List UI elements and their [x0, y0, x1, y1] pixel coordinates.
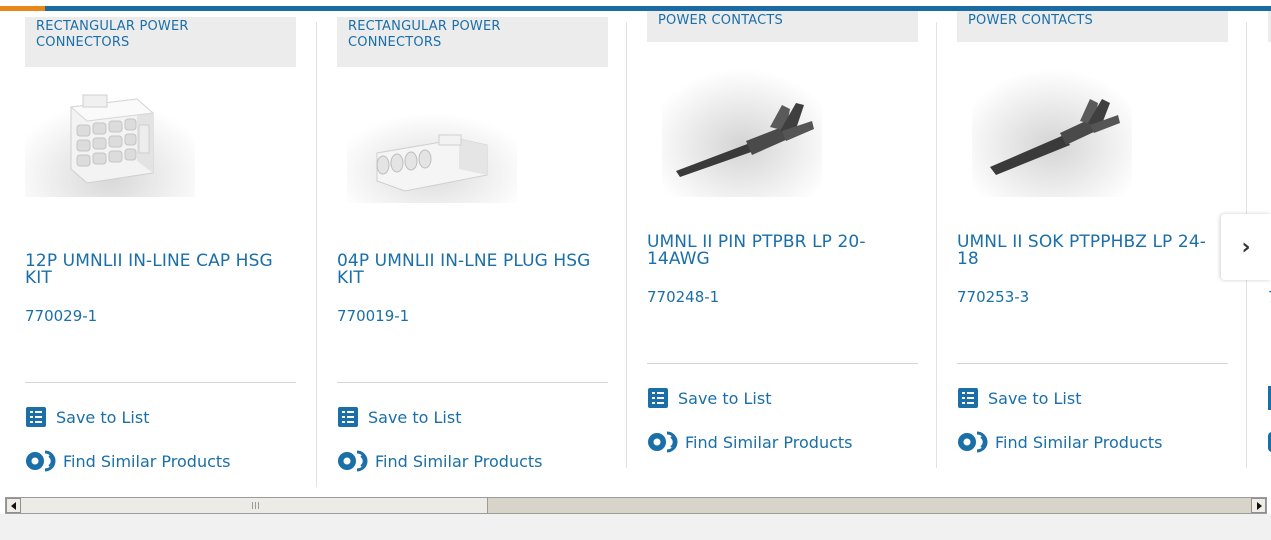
product-image-socket-contact[interactable] [967, 69, 1137, 197]
similar-products-icon [26, 450, 56, 472]
find-similar-products-button[interactable]: Find Similar Products [647, 430, 853, 454]
product-part-number[interactable]: 770029-1 [25, 307, 97, 325]
card-divider [337, 382, 608, 383]
product-image-cap-housing[interactable] [25, 69, 195, 197]
page-footer-band [0, 514, 1271, 540]
horizontal-scrollbar[interactable] [5, 497, 1267, 514]
product-card: RECTANGULAR POWER CONNECTORS 12P UMNLII … [0, 11, 310, 487]
scroll-left-arrow-icon[interactable] [6, 498, 21, 513]
product-card: POWER CONTACTS UMNL II SOK PTPPHBZ LP 24… [933, 11, 1243, 487]
similar-products-icon [648, 431, 678, 453]
chevron-right-icon: › [1241, 234, 1251, 260]
save-to-list-label: Save to List [368, 407, 462, 427]
scroll-right-arrow-icon[interactable] [1251, 498, 1266, 513]
product-card: POWER CONTACTS UMNL II PIN PTPBR LP 20-1… [622, 11, 932, 487]
card-divider [647, 363, 918, 364]
product-category[interactable]: POWER CONTACTS [647, 11, 918, 42]
card-divider [957, 363, 1228, 364]
checklist-icon [958, 388, 978, 408]
carousel-next-button[interactable]: › [1221, 214, 1271, 280]
product-category[interactable]: RECTANGULAR POWER CONNECTORS [337, 17, 608, 67]
product-title[interactable]: 04P UMNLII IN-LNE PLUG HSG KIT [337, 253, 607, 287]
product-title[interactable]: UMNL II SOK PTPPHBZ LP 24-18 [957, 234, 1227, 268]
product-category[interactable]: POWER CONTACTS [957, 11, 1228, 42]
scrollbar-thumb[interactable] [21, 498, 488, 513]
save-to-list-label: Save to List [56, 407, 150, 427]
checklist-icon [338, 407, 358, 427]
find-similar-label: Find Similar Products [995, 432, 1163, 452]
scrollbar-grip [252, 502, 259, 509]
product-title[interactable]: 12P UMNLII IN-LINE CAP HSG KIT [25, 253, 295, 287]
product-part-number[interactable]: 770248-1 [647, 288, 719, 306]
card-divider [25, 382, 296, 383]
save-to-list-label: Save to List [988, 388, 1082, 408]
product-part-number[interactable]: 770253-3 [957, 288, 1029, 306]
product-carousel: RECTANGULAR POWER CONNECTORS 12P UMNLII … [0, 11, 1271, 487]
save-to-list-label: Save to List [678, 388, 772, 408]
checklist-icon [648, 388, 668, 408]
product-image-plug-housing[interactable] [347, 89, 517, 217]
find-similar-products-button[interactable]: Find Similar Products [337, 449, 543, 473]
find-similar-label: Find Similar Products [685, 432, 853, 452]
save-to-list-button[interactable]: Save to List [25, 405, 149, 429]
product-card: RECTANGULAR POWER CONNECTORS 04P UMNLII … [311, 11, 621, 487]
product-part-number[interactable]: 770019-1 [337, 307, 409, 325]
save-to-list-button[interactable]: Save to List [337, 405, 461, 429]
find-similar-label: Find Similar Products [375, 451, 543, 471]
find-similar-products-button[interactable]: Find Similar Products [25, 449, 231, 473]
product-title[interactable]: UMNL II PIN PTPBR LP 20-14AWG [647, 234, 917, 268]
similar-products-icon [958, 431, 988, 453]
find-similar-products-button[interactable]: Find Similar Products [957, 430, 1163, 454]
save-to-list-button[interactable]: Save to List [957, 386, 1081, 410]
checklist-icon [26, 407, 46, 427]
find-similar-label: Find Similar Products [63, 451, 231, 471]
similar-products-icon [338, 450, 368, 472]
product-image-pin-contact[interactable] [657, 69, 827, 197]
product-category[interactable]: RECTANGULAR POWER CONNECTORS [25, 17, 296, 67]
save-to-list-button[interactable]: Save to List [647, 386, 771, 410]
